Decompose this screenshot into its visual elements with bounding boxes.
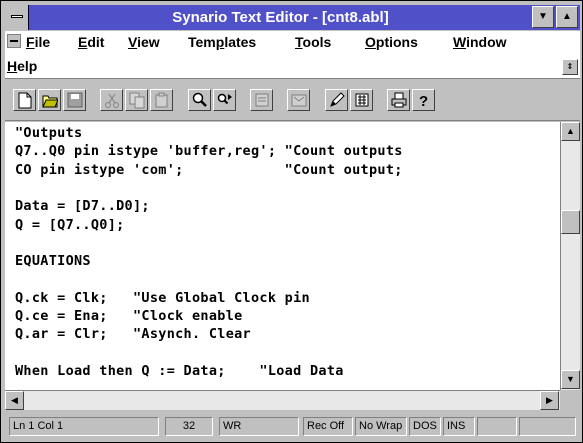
find-magnifier-icon [192, 92, 207, 107]
find-next-button[interactable] [213, 89, 236, 111]
copy-button[interactable] [125, 89, 148, 111]
status-format: DOS [409, 417, 441, 436]
scroll-down-button[interactable]: ▼ [561, 370, 580, 389]
pencil-tool-icon [330, 92, 345, 107]
toolbar: ? [5, 81, 580, 121]
code-line: Q = [Q7..Q0]; [15, 216, 125, 233]
status-empty-1 [477, 417, 517, 436]
copy-icon [129, 92, 145, 109]
menu-window[interactable]: Window [453, 34, 507, 50]
menu-edit[interactable]: Edit [78, 34, 104, 50]
cut-scissors-icon [105, 93, 119, 108]
help-button[interactable]: ? [412, 89, 435, 111]
status-insert: INS [443, 417, 475, 436]
replace-icon [255, 93, 269, 107]
code-line: EQUATIONS [15, 253, 91, 270]
print-icon [391, 92, 407, 108]
horizontal-scrollbar[interactable]: ◀ ▶ [5, 390, 560, 410]
code-line: Q.ce = Ena; "Clock enable [15, 308, 243, 324]
window-title: Synario Text Editor - [cnt8.abl] [172, 9, 389, 26]
code-line: "Outputs [15, 125, 83, 141]
code-line: When Load then Q := Data; "Load Data [15, 362, 344, 379]
scroll-up-button[interactable]: ▲ [561, 122, 580, 141]
menu-view[interactable]: View [128, 34, 160, 50]
replace-button[interactable] [250, 89, 273, 111]
size-grip [560, 390, 580, 410]
status-record: Rec Off [303, 417, 353, 436]
maximize-button[interactable]: ▲ [556, 6, 578, 28]
new-document-icon [18, 92, 32, 109]
vertical-scroll-thumb[interactable] [561, 210, 580, 234]
document-restore-button[interactable]: ⇕ [562, 59, 578, 75]
find-button[interactable] [188, 89, 211, 111]
scroll-left-button[interactable]: ◀ [5, 391, 24, 410]
template-icon [291, 94, 307, 107]
code-line: Data = [D7..D0]; [15, 198, 150, 215]
title-bar[interactable]: Synario Text Editor - [cnt8.abl] ▼ ▲ [5, 5, 580, 30]
menu-tools[interactable]: Tools [295, 34, 331, 50]
document-system-menu-button[interactable] [7, 34, 21, 48]
menu-help[interactable]: Help [7, 58, 37, 74]
minimize-button[interactable]: ▼ [532, 6, 554, 28]
document-menu-icon [10, 40, 18, 42]
status-position: Ln 1 Col 1 [9, 417, 159, 436]
code-line: Q7..Q0 pin istype 'buffer,reg'; "Count o… [15, 143, 403, 160]
menu-options[interactable]: Options [365, 34, 418, 50]
code-line: Q.ar = Clr; "Asynch. Clear [15, 326, 251, 343]
status-wrap: No Wrap [355, 417, 407, 436]
system-menu-icon [11, 15, 23, 18]
editor-window: Synario Text Editor - [cnt8.abl] ▼ ▲ Fil… [0, 0, 583, 443]
new-button[interactable] [13, 89, 36, 111]
open-folder-icon [42, 95, 58, 108]
compile-button[interactable] [350, 89, 373, 111]
scroll-right-button[interactable]: ▶ [540, 391, 559, 410]
template-button[interactable] [287, 89, 310, 111]
open-button[interactable] [38, 89, 61, 111]
svg-text:?: ? [419, 93, 428, 109]
pencil-button[interactable] [325, 89, 348, 111]
paste-icon [155, 92, 168, 108]
code-line: Q.ck = Clk; "Use Global Clock pin [15, 289, 310, 306]
find-next-icon [217, 93, 232, 105]
save-disk-icon [67, 92, 83, 108]
compile-icon [355, 93, 369, 107]
vertical-scrollbar[interactable]: ▲ ▼ [560, 122, 580, 390]
menu-templates[interactable]: Templates [188, 34, 256, 50]
status-value: 32 [165, 417, 213, 436]
status-empty-2 [519, 417, 576, 436]
print-button[interactable] [387, 89, 410, 111]
cut-button[interactable] [100, 89, 123, 111]
code-line: CO pin istype 'com'; "Count output; [15, 161, 403, 178]
system-menu-button[interactable] [5, 5, 29, 30]
menu-bar: File Edit View Templates Tools Options Window H… [5, 31, 580, 79]
help-question-icon: ? [419, 93, 428, 109]
save-button[interactable] [63, 89, 86, 111]
paste-button[interactable] [150, 89, 173, 111]
text-editor-area[interactable]: "Outputs Q7..Q0 pin istype 'buffer,reg'; … [5, 122, 560, 390]
menu-file[interactable]: File [26, 34, 50, 50]
status-mode: WR [219, 417, 299, 436]
status-bar: Ln 1 Col 1 32 WR Rec Off No Wrap DOS INS [5, 412, 580, 440]
